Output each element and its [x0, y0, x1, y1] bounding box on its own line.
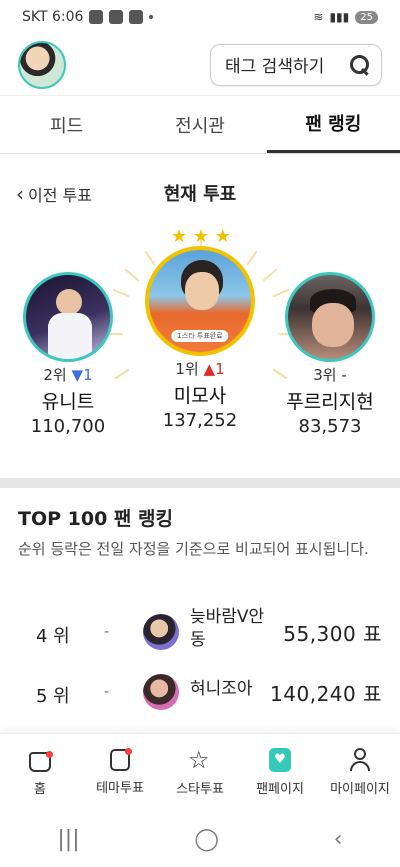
rank-label: 2위 — [43, 366, 67, 384]
home-circle-icon[interactable]: ◯ — [194, 827, 219, 852]
rank-third[interactable]: 3위 - 푸르리지현 83,573 — [280, 272, 380, 437]
list-name: 혀니조아 — [190, 679, 253, 699]
list-rank: 5 위 — [36, 686, 70, 707]
vote-navigation: 현재 투표 ‹ 이전 투표 — [0, 176, 400, 210]
avatar — [23, 272, 113, 362]
list-item[interactable]: 5 위 - 혀니조아 140,240 표 — [0, 664, 400, 724]
rank-line: 1위 ▲1 — [139, 358, 261, 379]
search-icon — [349, 54, 371, 76]
person-icon — [349, 748, 371, 772]
rank-change: 1 — [215, 360, 225, 378]
recents-icon[interactable]: ||| — [57, 827, 79, 852]
fan-name: 푸르리지현 — [286, 391, 374, 413]
wifi-icon: ≋ — [313, 10, 324, 24]
rank-down-icon: ▼ — [71, 366, 84, 384]
carrier-time: SKT 6:06 — [22, 9, 84, 25]
tab-gallery[interactable]: 전시관 — [133, 96, 266, 153]
tab-feed[interactable]: 피드 — [0, 96, 133, 153]
avatar — [285, 272, 375, 362]
tag-search-button[interactable]: 태그 검색하기 — [210, 43, 382, 86]
system-navigation: ||| ◯ ‹ — [0, 811, 400, 867]
nav-home[interactable]: 홈 — [0, 734, 80, 811]
battery-badge: 25 — [355, 10, 378, 24]
rank-up-icon: ▲ — [203, 360, 216, 378]
top100-description: 순위 등락은 전일 자정을 기준으로 비교되어 표시됩니다. — [18, 540, 369, 558]
notification-dot — [46, 750, 53, 758]
avatar: 1스타 투표완료 — [145, 246, 255, 356]
nav-label: 팬페이지 — [256, 782, 304, 797]
vote-count: 110,700 — [30, 416, 106, 437]
notification-dot — [125, 748, 132, 755]
bottom-navigation: 홈 테마투표 ☆ 스타투표 ♥ 팬페이지 마이페이지 — [0, 733, 400, 811]
rank-label: 3위 — [313, 366, 337, 384]
nav-label: 테마투표 — [96, 781, 144, 796]
previous-vote-label: 이전 투표 — [28, 186, 92, 205]
nav-label: 마이페이지 — [330, 782, 390, 797]
notification-icon — [89, 10, 104, 24]
back-icon[interactable]: ‹ — [334, 827, 343, 852]
previous-vote-button[interactable]: ‹ 이전 투표 — [16, 182, 92, 206]
chat-icon — [129, 10, 144, 24]
nav-theme-vote[interactable]: 테마투표 — [80, 734, 160, 811]
nav-label: 스타투표 — [176, 782, 224, 797]
shield-icon — [109, 10, 124, 24]
star-rating-icons: ★ ★ ★ — [171, 226, 231, 247]
app-header: 태그 검색하기 — [0, 34, 400, 96]
tab-fan-ranking[interactable]: 팬 랭킹 — [266, 96, 400, 153]
nav-label: 홈 — [34, 781, 46, 797]
top100-section: TOP 100 팬 랭킹 순위 등락은 전일 자정을 기준으로 비교되어 표시됩… — [18, 504, 388, 561]
profile-avatar[interactable] — [18, 40, 66, 89]
list-avatar — [143, 674, 179, 710]
list-name: 늦바람V안동 — [190, 607, 265, 650]
status-right: ≋ ▮▮▮ 25 — [313, 10, 378, 24]
fan-name: 미모사 — [173, 385, 227, 407]
signal-icon: ▮▮▮ — [329, 10, 350, 24]
rank-change: - — [341, 366, 347, 384]
nav-fan-page[interactable]: ♥ 팬페이지 — [240, 734, 320, 811]
list-item[interactable]: 4 위 - 늦바람V안동 55,300 표 — [0, 604, 400, 664]
list-rank: 4 위 — [36, 626, 70, 647]
rank-label: 1위 — [175, 360, 199, 378]
tag-search-label: 태그 검색하기 — [225, 57, 325, 77]
section-divider — [0, 478, 400, 488]
list-votes: 55,300 표 — [283, 622, 382, 646]
vote-complete-badge: 1스타 투표완료 — [171, 330, 229, 342]
main-tabs: 피드 전시관 팬 랭킹 — [0, 96, 400, 154]
home-icon — [29, 750, 53, 772]
star-icon: ☆ — [188, 746, 210, 774]
more-dot-icon — [149, 15, 154, 19]
fan-name: 유니트 — [41, 391, 95, 413]
nav-my-page[interactable]: 마이페이지 — [320, 734, 400, 811]
vote-count: 83,573 — [298, 416, 362, 437]
list-votes: 140,240 표 — [270, 682, 382, 706]
status-bar: SKT 6:06 ≋ ▮▮▮ 25 — [0, 0, 400, 34]
rank-first[interactable]: 1스타 투표완료 1위 ▲1 미모사 137,252 — [139, 246, 261, 431]
list-rank-change: - — [104, 684, 110, 700]
rank-line: 2위 ▼1 — [22, 364, 114, 385]
rank-second[interactable]: 2위 ▼1 유니트 110,700 — [22, 272, 114, 437]
rank-change: 1 — [83, 366, 93, 384]
vote-count: 137,252 — [162, 410, 238, 431]
list-rank-change: - — [104, 624, 110, 640]
rank-line: 3위 - — [280, 364, 380, 385]
theme-vote-icon — [110, 748, 132, 771]
nav-star-vote[interactable]: ☆ 스타투표 — [160, 734, 240, 811]
list-avatar — [143, 614, 179, 650]
top100-title: TOP 100 팬 랭킹 — [18, 508, 173, 530]
podium: ★ ★ ★ 2위 ▼1 유니트 110,700 1스타 투표완료 1위 ▲1 미… — [0, 220, 400, 450]
fan-page-icon: ♥ — [269, 748, 291, 772]
chevron-left-icon: ‹ — [16, 182, 24, 206]
status-left: SKT 6:06 — [22, 9, 154, 25]
ranking-list: 4 위 - 늦바람V안동 55,300 표 5 위 - 혀니조아 140,240… — [0, 604, 400, 724]
